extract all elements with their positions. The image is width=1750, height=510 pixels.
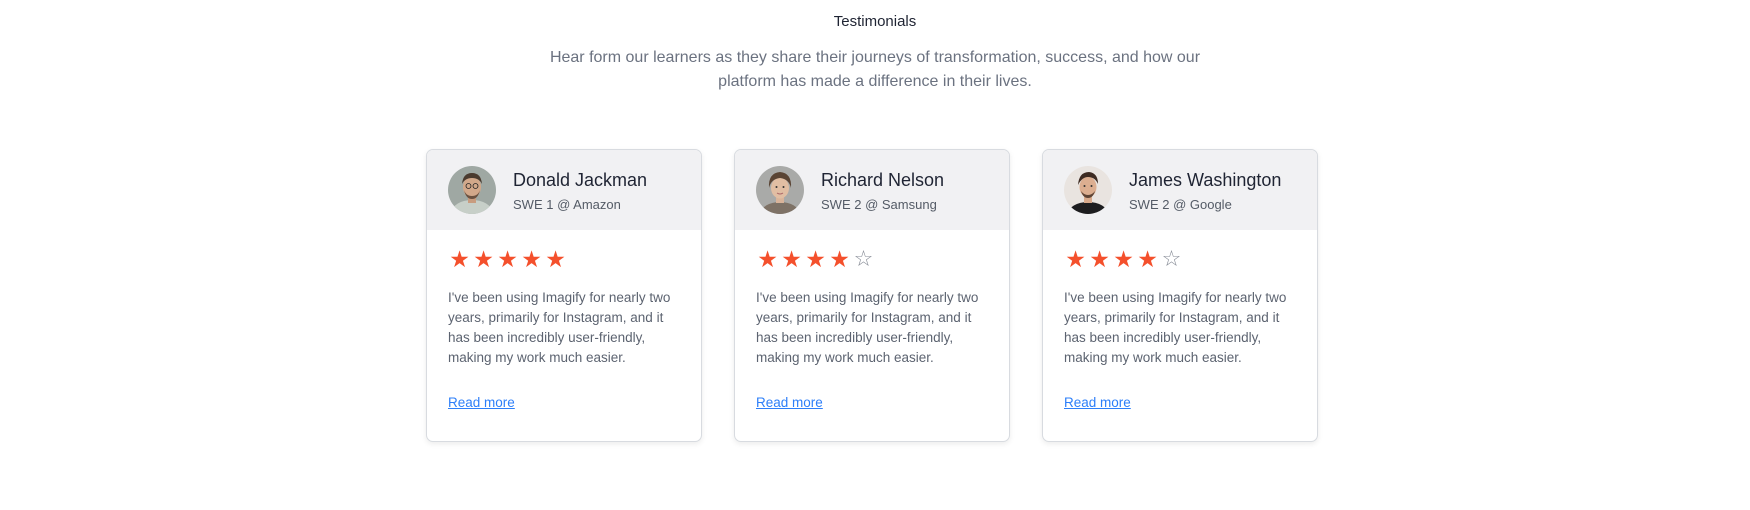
reviewer-role: SWE 1 @ Amazon [513,196,621,212]
star-outline-icon: ☆ [1161,246,1182,271]
star-filled-icon: ★ [545,246,566,272]
reviewer-name: Donald Jackman [513,169,648,190]
section-title: Testimonials [833,13,917,30]
avatar [448,166,496,214]
star-filled-icon: ★ [1089,246,1110,272]
reviewer-role: SWE 2 @ Google [1129,196,1232,212]
avatar [1064,166,1112,214]
star-rating: ★ ★ ★ ★ ★ [448,247,680,271]
testimonial-card: James Washington SWE 2 @ Google ★ ★ ★ ★ ☆ I'… [1042,149,1318,442]
section-subtitle: Hear form our learners as they share the… [549,49,1201,90]
star-filled-icon: ★ [781,246,802,272]
read-more-link[interactable]: Read more [448,395,515,410]
star-rating: ★ ★ ★ ★ ☆ [1064,246,1296,272]
star-filled-icon: ★ [829,246,850,272]
star-filled-icon: ★ [1137,246,1158,272]
testimonial-cards: Donald Jackman SWE 1 @ Amazon ★ ★ ★ ★ ★ I've… [426,149,1318,442]
star-filled-icon: ★ [1113,246,1134,272]
reviewer-role: SWE 2 @ Samsung [821,196,937,212]
star-filled-icon: ★ [521,246,542,272]
star-filled-icon: ★ [497,246,518,272]
avatar [756,166,804,214]
star-filled-icon: ★ [1065,246,1086,272]
star-rating: ★ ★ ★ ★ ☆ [756,246,988,272]
star-filled-icon: ★ [757,246,778,272]
testimonial-text: I've been using Imagify for nearly two y… [1064,290,1287,365]
star-filled-icon: ★ [805,246,826,272]
star-filled-icon: ★ [449,246,470,272]
card-header: Donald Jackman SWE 1 @ Amazon [427,150,701,230]
testimonial-card: Richard Nelson SWE 2 @ Samsung ★ ★ ★ ★ ☆ I'v… [734,149,1010,442]
reviewer-name: Richard Nelson [821,169,945,190]
card-header: Richard Nelson SWE 2 @ Samsung [735,150,1009,230]
testimonial-text: I've been using Imagify for nearly two y… [448,290,671,365]
card-header: James Washington SWE 2 @ Google [1043,150,1317,230]
testimonial-card: Donald Jackman SWE 1 @ Amazon ★ ★ ★ ★ ★ I've… [426,149,702,442]
reviewer-name: James Washington [1129,169,1282,190]
testimonial-text: I've been using Imagify for nearly two y… [756,290,979,365]
read-more-link[interactable]: Read more [1064,395,1131,410]
star-outline-icon: ☆ [853,246,874,271]
star-filled-icon: ★ [473,246,494,272]
read-more-link[interactable]: Read more [756,395,823,410]
